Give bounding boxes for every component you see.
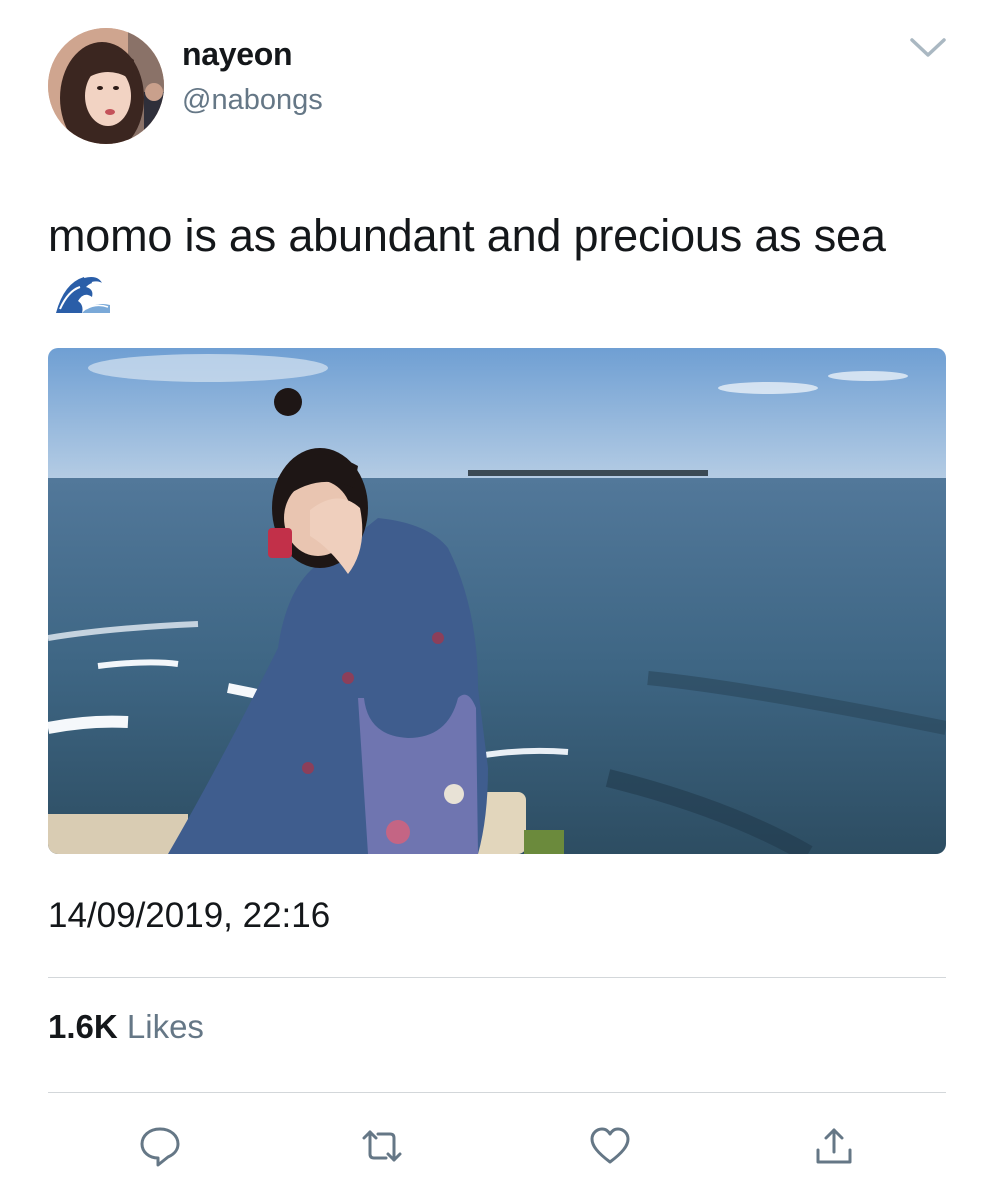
avatar-photo — [48, 28, 164, 144]
tweet-image[interactable] — [48, 348, 946, 854]
like-icon[interactable] — [588, 1124, 632, 1168]
share-icon[interactable] — [812, 1124, 856, 1168]
likes-label: Likes — [126, 1008, 204, 1045]
reply-icon[interactable] — [138, 1124, 182, 1168]
user-handle[interactable]: @nabongs — [182, 84, 323, 117]
avatar[interactable] — [48, 28, 164, 144]
likes-row[interactable]: 1.6K Likes — [48, 1008, 204, 1046]
divider — [48, 1092, 946, 1093]
divider — [48, 977, 946, 978]
tweet-timestamp[interactable]: 14/09/2019, 22:16 — [48, 896, 330, 936]
chevron-down-icon[interactable] — [906, 30, 950, 64]
sea-photo — [48, 348, 946, 854]
tweet-text-content: momo is as abundant and precious as sea — [48, 210, 886, 261]
retweet-icon[interactable] — [360, 1124, 404, 1168]
water-wave-icon — [54, 269, 112, 315]
tweet-text: momo is as abundant and precious as sea — [48, 208, 948, 320]
display-name[interactable]: nayeon — [182, 36, 293, 73]
likes-count: 1.6K — [48, 1008, 118, 1045]
